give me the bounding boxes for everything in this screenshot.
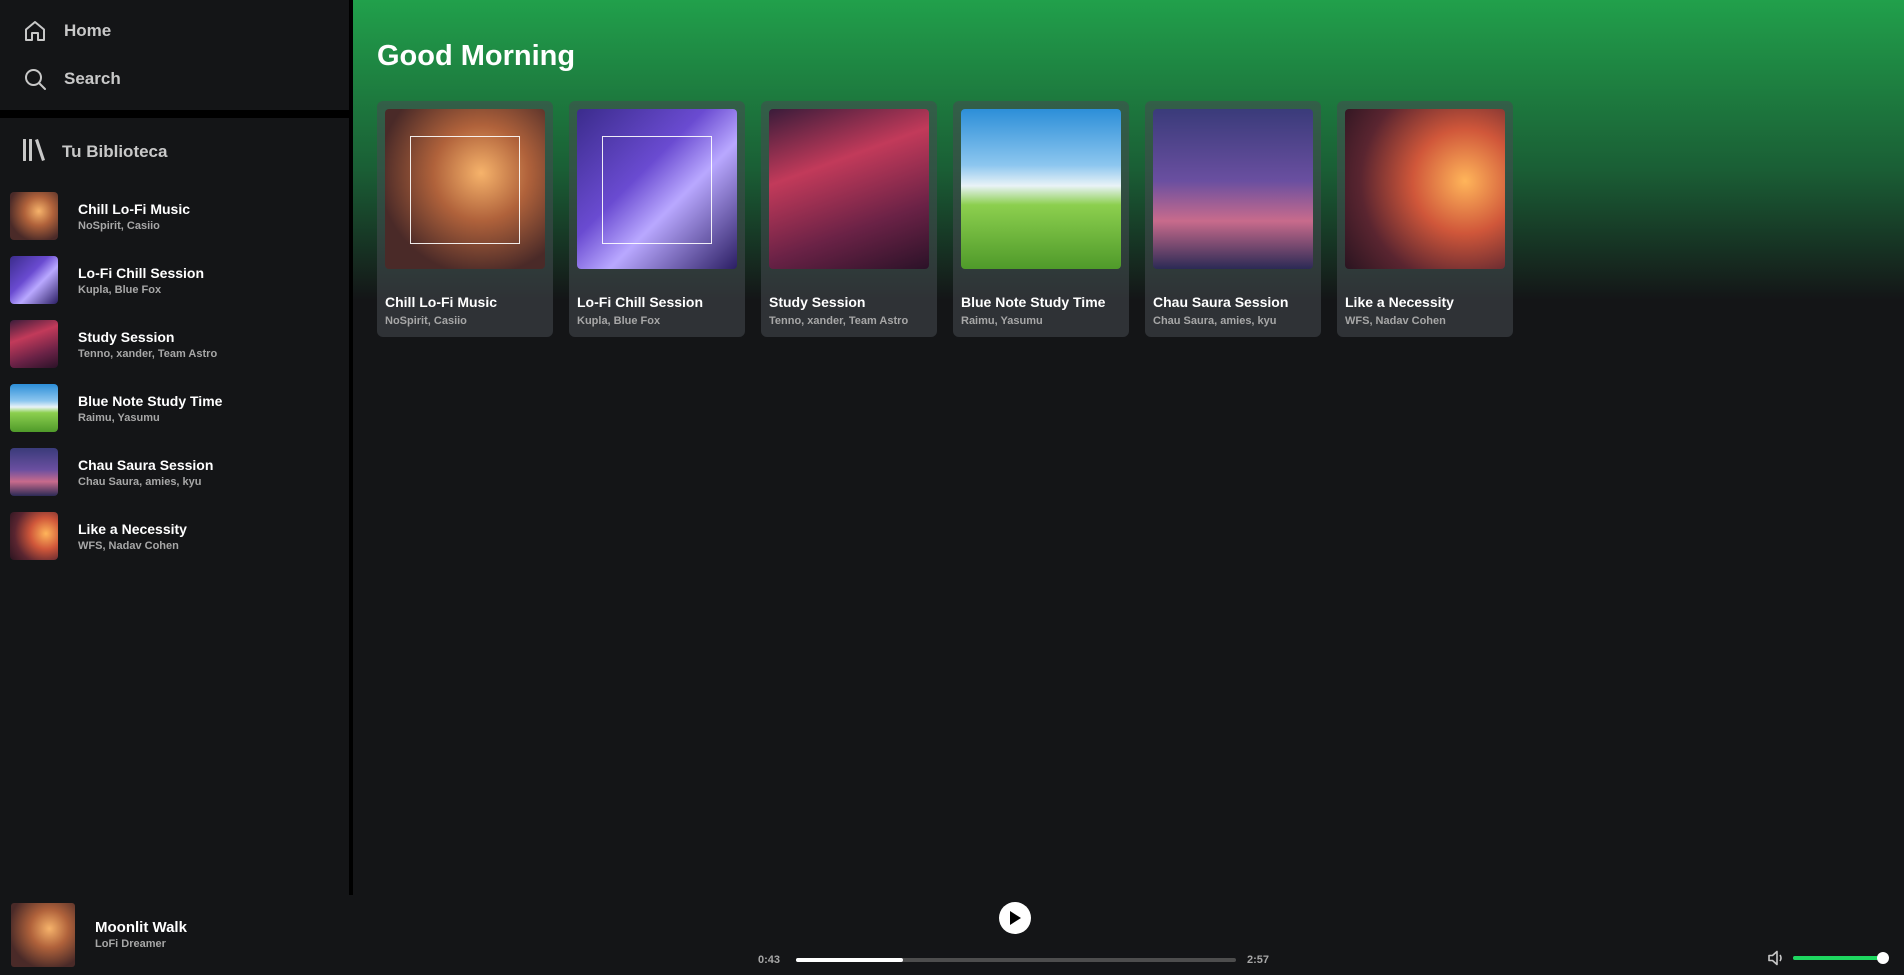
playlist-card-artists: NoSpirit, Casiio: [385, 315, 467, 327]
playlist-card-title: Chill Lo-Fi Music: [385, 294, 497, 310]
playlist-card-cover: [1345, 109, 1505, 269]
search-icon: [22, 66, 48, 92]
playlist-card-cover: [961, 109, 1121, 269]
library-item-cover: [10, 192, 58, 240]
library-item[interactable]: Chill Lo-Fi Music NoSpirit, Casiio: [10, 184, 339, 248]
home-icon: [22, 18, 48, 44]
playlist-grid: Chill Lo-Fi Music NoSpirit, Casiio Lo-Fi…: [377, 101, 1513, 337]
library-item[interactable]: Chau Saura Session Chau Saura, amies, ky…: [10, 440, 339, 504]
playlist-card-artists: Kupla, Blue Fox: [577, 315, 661, 327]
library-item-title: Study Session: [78, 328, 175, 345]
now-playing-title: Moonlit Walk: [95, 919, 187, 936]
nav-item-search[interactable]: Search: [22, 62, 327, 96]
playlist-card[interactable]: Like a Necessity WFS, Nadav Cohen: [1337, 101, 1513, 337]
playlist-card[interactable]: Chau Saura Session Chau Saura, amies, ky…: [1145, 101, 1321, 337]
nav-home-label: Home: [64, 21, 112, 40]
playlist-card-title: Study Session: [769, 294, 866, 310]
playlist-card-title: Chau Saura Session: [1153, 294, 1289, 310]
library-item-title: Blue Note Study Time: [78, 392, 223, 409]
play-icon: [1010, 911, 1021, 925]
volume-slider[interactable]: [1793, 952, 1889, 964]
playlist-card-artists: Raimu, Yasumu: [961, 315, 1043, 327]
library-title: Tu Biblioteca: [62, 142, 168, 161]
playlist-card-cover: [1153, 109, 1313, 269]
now-playing-cover: [11, 903, 75, 967]
library-item-artists: Raimu, Yasumu: [78, 411, 160, 424]
sidebar: Home Search Tu Biblioteca Chill Lo-Fi Mu…: [0, 0, 349, 895]
library-item-artists: WFS, Nadav Cohen: [78, 539, 179, 552]
now-playing-artist: LoFi Dreamer: [95, 938, 166, 950]
playlist-card-cover: [577, 109, 737, 269]
playlist-card-cover: [385, 109, 545, 269]
library-item-title: Chill Lo-Fi Music: [78, 200, 190, 217]
playlist-card[interactable]: Chill Lo-Fi Music NoSpirit, Casiio: [377, 101, 553, 337]
library-item-cover: [10, 512, 58, 560]
playlist-card-title: Like a Necessity: [1345, 294, 1454, 310]
library-item-title: Lo-Fi Chill Session: [78, 264, 205, 281]
volume-fill: [1793, 952, 1889, 964]
player-bar: Moonlit Walk LoFi Dreamer 0:43 2:57: [0, 895, 1904, 975]
current-time: 0:43: [758, 954, 781, 966]
library-item-cover: [10, 448, 58, 496]
page-title: Good Morning: [377, 40, 576, 72]
library-item-title: Like a Necessity: [78, 520, 187, 537]
library-item[interactable]: Like a Necessity WFS, Nadav Cohen: [10, 504, 339, 568]
progress-bar[interactable]: [796, 958, 1236, 962]
library-item-cover: [10, 384, 58, 432]
volume-knob[interactable]: [1877, 952, 1889, 964]
library-item-artists: Chau Saura, amies, kyu: [78, 475, 202, 488]
main-content: Good Morning Chill Lo-Fi Music NoSpirit,…: [353, 0, 1904, 895]
volume-icon[interactable]: [1767, 948, 1787, 968]
library-item-artists: Tenno, xander, Team Astro: [78, 347, 218, 360]
playlist-card-artists: Chau Saura, amies, kyu: [1153, 315, 1277, 327]
total-time: 2:57: [1247, 954, 1270, 966]
playlist-card-artists: WFS, Nadav Cohen: [1345, 315, 1446, 327]
play-button[interactable]: [999, 902, 1031, 934]
library-panel: Tu Biblioteca Chill Lo-Fi Music NoSpirit…: [0, 118, 349, 895]
library-item-artists: NoSpirit, Casiio: [78, 219, 160, 232]
library-item-cover: [10, 320, 58, 368]
library-item[interactable]: Study Session Tenno, xander, Team Astro: [10, 312, 339, 376]
playlist-card-artists: Tenno, xander, Team Astro: [769, 315, 909, 327]
library-icon: [22, 137, 46, 168]
playlist-card[interactable]: Study Session Tenno, xander, Team Astro: [761, 101, 937, 337]
library-item-cover: [10, 256, 58, 304]
library-item-artists: Kupla, Blue Fox: [78, 283, 162, 296]
playlist-card[interactable]: Blue Note Study Time Raimu, Yasumu: [953, 101, 1129, 337]
playlist-card-title: Blue Note Study Time: [961, 294, 1106, 310]
nav-box: Home Search: [0, 0, 349, 110]
nav-item-home[interactable]: Home: [22, 14, 327, 48]
playlist-card-cover: [769, 109, 929, 269]
library-item[interactable]: Blue Note Study Time Raimu, Yasumu: [10, 376, 339, 440]
library-item-title: Chau Saura Session: [78, 456, 214, 473]
library-header[interactable]: Tu Biblioteca: [10, 136, 339, 168]
progress-fill: [796, 958, 903, 962]
nav-search-label: Search: [64, 69, 121, 88]
playlist-card-title: Lo-Fi Chill Session: [577, 294, 704, 310]
library-item[interactable]: Lo-Fi Chill Session Kupla, Blue Fox: [10, 248, 339, 312]
playlist-card[interactable]: Lo-Fi Chill Session Kupla, Blue Fox: [569, 101, 745, 337]
